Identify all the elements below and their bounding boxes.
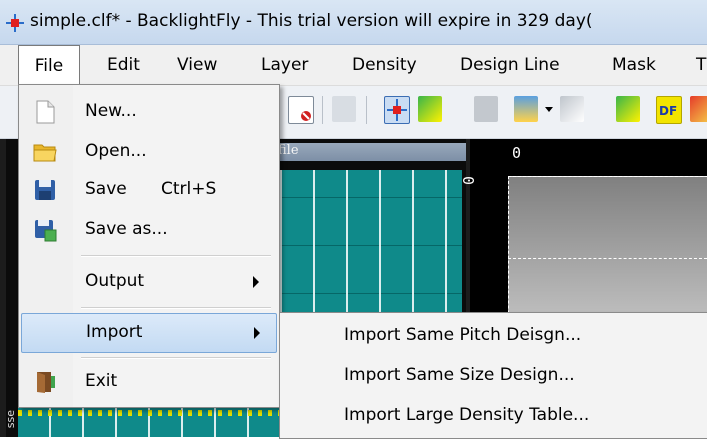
menu-item-open[interactable]: Open... (21, 133, 275, 171)
exit-door-icon (37, 372, 55, 393)
file-menu-dropdown: New... Open... Save Ctrl+S Save as... Ou… (18, 84, 280, 408)
point-tool-icon[interactable] (418, 96, 442, 122)
menu-item-label: Save (85, 179, 127, 199)
design-view-header: file (272, 143, 466, 161)
folder-open-icon (33, 144, 57, 162)
crosshair-tool-icon[interactable] (384, 96, 410, 124)
grid-disabled-icon[interactable] (332, 96, 356, 122)
chevron-down-icon[interactable] (544, 96, 554, 122)
menu-item-new[interactable]: New... (21, 93, 275, 131)
coord-y-label: 0 (459, 176, 477, 186)
save-as-icon (35, 220, 57, 242)
menu-item-shortcut: Ctrl+S (161, 179, 217, 199)
submenu-item-import-same-size[interactable]: Import Same Size Design... (280, 355, 707, 395)
menu-edit[interactable]: Edit (107, 45, 140, 85)
title-bar: simple.clf* - BacklightFly - This trial … (0, 0, 707, 45)
density-tool-icon[interactable] (690, 96, 707, 122)
menu-item-import[interactable]: Import (21, 313, 277, 353)
floppy-disk-icon (35, 180, 55, 200)
polygon-tool-icon[interactable] (616, 96, 640, 122)
window-title: simple.clf* - BacklightFly - This trial … (30, 11, 593, 31)
pattern-tool-icon[interactable] (560, 96, 584, 122)
menu-tools[interactable]: T (696, 45, 706, 85)
window-tool-icon[interactable] (514, 96, 538, 122)
side-tab-label[interactable]: sse (4, 410, 18, 428)
clear-layer-icon[interactable] (288, 96, 314, 124)
toolbar-separator (366, 96, 367, 124)
df-tool-icon[interactable]: DF (656, 96, 682, 124)
menu-file[interactable]: File (18, 45, 80, 88)
preview-guide-line (508, 258, 707, 259)
menu-item-save[interactable]: Save Ctrl+S (21, 171, 275, 209)
svg-text:DF: DF (659, 104, 677, 118)
menu-item-label: Output (85, 271, 145, 291)
import-submenu: Import Same Pitch Deisgn... Import Same … (279, 312, 707, 439)
submenu-item-label: Import Same Size Design... (344, 365, 575, 385)
coord-x-label: 0 (512, 144, 522, 162)
menu-design-line[interactable]: Design Line (460, 45, 560, 85)
fill-disabled-icon[interactable] (474, 96, 498, 122)
submenu-item-label: Import Large Density Table... (344, 405, 590, 425)
menu-item-label: Open... (85, 141, 147, 161)
menu-separator (81, 357, 271, 359)
submenu-arrow-icon (253, 276, 259, 288)
menu-view[interactable]: View (177, 45, 217, 85)
menu-item-label: Save as... (85, 219, 168, 239)
menu-layer[interactable]: Layer (261, 45, 308, 85)
menu-density[interactable]: Density (352, 45, 417, 85)
menu-separator (81, 307, 271, 309)
submenu-item-import-same-pitch[interactable]: Import Same Pitch Deisgn... (280, 315, 707, 355)
menu-item-output[interactable]: Output (21, 263, 275, 301)
menu-item-label: New... (85, 101, 137, 121)
menu-separator (81, 255, 271, 257)
menu-bar: File Edit View Layer Density Design Line… (0, 45, 707, 88)
submenu-arrow-icon (254, 327, 260, 339)
submenu-item-import-density-table[interactable]: Import Large Density Table... (280, 395, 707, 435)
menu-mask[interactable]: Mask (612, 45, 656, 85)
toolbar-separator (322, 96, 323, 124)
design-view-title: file (278, 143, 299, 158)
app-crosshair-icon (6, 14, 24, 32)
new-file-icon (36, 100, 55, 124)
menu-item-exit[interactable]: Exit (21, 363, 275, 401)
menu-item-label: Exit (85, 371, 118, 391)
menu-item-label: Import (86, 322, 143, 342)
menu-item-save-as[interactable]: Save as... (21, 211, 275, 249)
submenu-item-label: Import Same Pitch Deisgn... (344, 325, 582, 345)
